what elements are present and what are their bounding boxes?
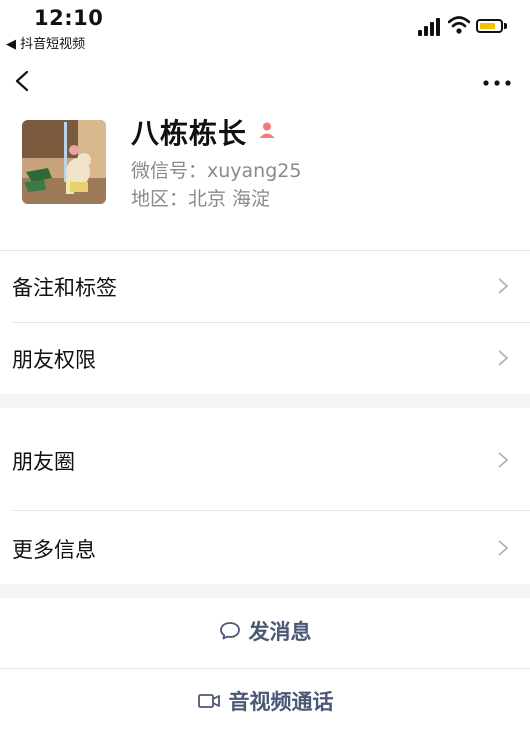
chevron-right-icon [498,452,509,468]
av-call-label: 音视频通话 [228,690,334,714]
settings-section: 备注和标签 朋友权限 [0,250,530,394]
chevron-right-icon [498,540,509,556]
friend-permissions-row[interactable]: 朋友权限 [0,323,530,394]
divider [0,668,530,669]
chat-bubble-icon [219,622,240,640]
av-call-button[interactable]: 音视频通话 [0,686,530,722]
battery-cap [504,23,507,29]
send-message-button[interactable]: 发消息 [0,616,530,652]
friend-permissions-label: 朋友权限 [12,348,96,372]
battery-level [480,23,495,29]
status-bar: 12:10 ◀ 抖音短视频 [0,0,530,56]
chevron-right-icon [498,278,509,294]
battery-icon [476,19,503,33]
region: 地区：北京 海淀 [131,188,271,210]
send-message-label: 发消息 [248,620,312,644]
chevron-left-icon[interactable] [14,70,30,92]
avatar[interactable] [22,120,106,204]
person-icon [259,122,275,138]
remarks-tags-label: 备注和标签 [12,276,117,300]
avatar-image [22,120,106,204]
wifi-icon [448,16,470,34]
nav-bar [0,56,530,110]
wechat-id: 微信号：xuyang25 [131,160,302,182]
chevron-right-icon [498,350,509,366]
contact-name: 八栋栋长 [131,117,248,150]
profile-card: 八栋栋长 微信号：xuyang25 地区：北京 海淀 [0,110,530,250]
more-info-row[interactable]: 更多信息 [0,511,530,584]
moments-label: 朋友圈 [12,450,75,474]
moments-row[interactable]: 朋友圈 [0,408,530,510]
back-to-app-link[interactable]: ◀ 抖音短视频 [6,33,85,52]
more-dots-icon[interactable] [482,78,512,88]
more-info-label: 更多信息 [12,538,96,562]
actions-section: 发消息 音视频通话 [0,598,530,737]
status-time: 12:10 [34,6,104,30]
cellular-signal-icon [418,18,444,36]
info-section: 朋友圈 更多信息 [0,408,530,584]
video-call-icon [197,694,220,708]
remarks-tags-row[interactable]: 备注和标签 [0,250,530,322]
